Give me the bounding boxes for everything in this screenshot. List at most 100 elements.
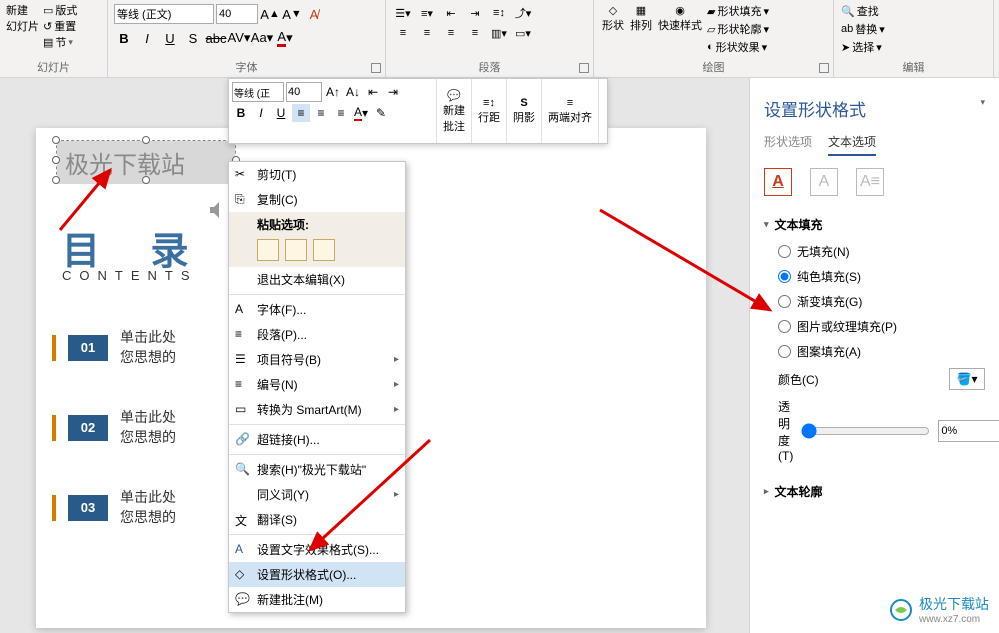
numbering-button[interactable]: ≡▾ — [416, 4, 438, 22]
tab-text-options[interactable]: 文本选项 — [828, 133, 876, 156]
arrange-button[interactable]: ▦排列 — [628, 2, 654, 56]
bold-button[interactable]: B — [114, 28, 134, 48]
mini-line-spacing-button[interactable]: ≡↕行距 — [472, 79, 507, 143]
find-button[interactable]: 🔍查找 — [840, 2, 987, 20]
menu-smartart[interactable]: ▭转换为 SmartArt(M)▸ — [229, 397, 405, 422]
mini-dedent-button[interactable]: ⇤ — [364, 83, 382, 101]
mini-painter-button[interactable]: ✎ — [372, 104, 390, 122]
select-button[interactable]: ➤选择▾ — [840, 38, 987, 56]
paste-option-3[interactable] — [313, 239, 335, 261]
align-center-button[interactable]: ≡ — [416, 24, 438, 42]
columns-button[interactable]: ▥▾ — [488, 24, 510, 42]
menu-font[interactable]: A字体(F)... — [229, 297, 405, 322]
mini-font-input[interactable] — [232, 82, 284, 102]
font-size-input[interactable] — [216, 4, 258, 24]
paste-option-2[interactable] — [285, 239, 307, 261]
grow-font-button[interactable]: A▲ — [260, 4, 280, 24]
shape-effects-button[interactable]: ◐形状效果▾ — [706, 38, 770, 56]
text-direction-button[interactable]: ⤴▾ — [512, 4, 534, 22]
menu-exit-text-edit[interactable]: 退出文本编辑(X) — [229, 267, 405, 292]
mini-italic-button[interactable]: I — [252, 104, 270, 122]
new-slide-button[interactable]: 新建 幻灯片 — [6, 2, 39, 50]
justify-button[interactable]: ≡ — [464, 24, 486, 42]
radio-gradient-fill[interactable]: 渐变填充(G) — [778, 289, 985, 314]
color-picker-button[interactable]: 🪣▾ — [949, 368, 985, 390]
layout-button[interactable]: ▭版式 — [43, 2, 77, 18]
section-button[interactable]: ▤节▾ — [43, 34, 77, 50]
font-dialog-launcher[interactable] — [371, 63, 381, 73]
italic-button[interactable]: I — [137, 28, 157, 48]
indent-button[interactable]: ⇥ — [464, 4, 486, 22]
menu-translate[interactable]: 文翻译(S) — [229, 507, 405, 532]
paste-option-1[interactable] — [257, 239, 279, 261]
reset-button[interactable]: ↺重置 — [43, 18, 77, 34]
dedent-button[interactable]: ⇤ — [440, 4, 462, 22]
mini-shadow-button[interactable]: S阴影 — [507, 79, 542, 143]
menu-numbering[interactable]: ≡编号(N)▸ — [229, 372, 405, 397]
resize-handle[interactable] — [52, 136, 60, 144]
replace-button[interactable]: ab替换▾ — [840, 20, 987, 38]
tab-shape-options[interactable]: 形状选项 — [764, 133, 812, 156]
mini-align2-button[interactable]: ≡ — [312, 104, 330, 122]
transparency-input[interactable] — [938, 420, 999, 442]
transparency-slider[interactable] — [801, 423, 930, 439]
panel-icon-textbox[interactable]: A≡ — [856, 168, 884, 196]
speaker-icon[interactable] — [206, 198, 230, 222]
panel-icon-text-fill[interactable]: A — [764, 168, 792, 196]
change-case-button[interactable]: Aa▾ — [252, 28, 272, 48]
bullets-button[interactable]: ☰▾ — [392, 4, 414, 22]
mini-color-button[interactable]: A▾ — [352, 104, 370, 122]
drawing-dialog-launcher[interactable] — [819, 63, 829, 73]
convert-smartart-button[interactable]: ▭▾ — [512, 24, 534, 42]
underline-button[interactable]: U — [160, 28, 180, 48]
radio-solid-fill[interactable]: 纯色填充(S) — [778, 264, 985, 289]
shrink-font-button[interactable]: A▼ — [282, 4, 302, 24]
quick-styles-button[interactable]: ◉快速样式 — [656, 2, 704, 56]
mini-new-comment-button[interactable]: 💬新建 批注 — [437, 79, 472, 143]
mini-size-input[interactable] — [286, 82, 322, 102]
paragraph-dialog-launcher[interactable] — [579, 63, 589, 73]
menu-text-effects-format[interactable]: A设置文字效果格式(S)... — [229, 537, 405, 562]
menu-copy[interactable]: ⎘复制(C) — [229, 187, 405, 212]
panel-dropdown-button[interactable]: ▾ — [980, 92, 985, 110]
mini-underline-button[interactable]: U — [272, 104, 290, 122]
menu-bullets[interactable]: ☰项目符号(B)▸ — [229, 347, 405, 372]
mini-shrink-button[interactable]: A↓ — [344, 83, 362, 101]
shape-outline-button[interactable]: ▱形状轮廓▾ — [706, 20, 770, 38]
shape-fill-button[interactable]: ▰形状填充▾ — [706, 2, 770, 20]
menu-shape-format[interactable]: ◇设置形状格式(O)... — [229, 562, 405, 587]
menu-paragraph[interactable]: ≡段落(P)... — [229, 322, 405, 347]
panel-icon-text-effects[interactable]: A — [810, 168, 838, 196]
selected-textbox[interactable]: 极光下载站 — [56, 140, 236, 180]
char-spacing-button[interactable]: AV▾ — [229, 28, 249, 48]
section-text-fill[interactable]: ▾文本填充 — [764, 210, 985, 239]
font-name-input[interactable] — [114, 4, 214, 24]
menu-hyperlink[interactable]: 🔗超链接(H)... — [229, 427, 405, 452]
resize-handle[interactable] — [142, 176, 150, 184]
resize-handle[interactable] — [142, 136, 150, 144]
mini-bold-button[interactable]: B — [232, 104, 250, 122]
mini-align3-button[interactable]: ≡ — [332, 104, 350, 122]
strikethrough-button[interactable]: abc — [206, 28, 226, 48]
line-spacing-button[interactable]: ≡↕ — [488, 4, 510, 22]
shapes-button[interactable]: ◇形状 — [600, 2, 626, 56]
radio-picture-fill[interactable]: 图片或纹理填充(P) — [778, 314, 985, 339]
shadow-button[interactable]: S — [183, 28, 203, 48]
resize-handle[interactable] — [52, 176, 60, 184]
mini-indent-button[interactable]: ⇥ — [384, 83, 402, 101]
resize-handle[interactable] — [52, 156, 60, 164]
mini-align-button[interactable]: ≡ — [292, 104, 310, 122]
section-text-outline[interactable]: ▸文本轮廓 — [764, 477, 985, 506]
font-color-button[interactable]: A▾ — [275, 28, 295, 48]
radio-pattern-fill[interactable]: 图案填充(A) — [778, 339, 985, 364]
menu-synonyms[interactable]: 同义词(Y)▸ — [229, 482, 405, 507]
align-right-button[interactable]: ≡ — [440, 24, 462, 42]
menu-search[interactable]: 🔍搜索(H)"极光下载站" — [229, 457, 405, 482]
mini-justify-button[interactable]: ≡两端对齐 — [542, 79, 599, 143]
menu-cut[interactable]: ✂剪切(T) — [229, 162, 405, 187]
menu-new-comment[interactable]: 💬新建批注(M) — [229, 587, 405, 612]
clear-format-button[interactable]: A̸ — [304, 4, 324, 24]
align-left-button[interactable]: ≡ — [392, 24, 414, 42]
radio-no-fill[interactable]: 无填充(N) — [778, 239, 985, 264]
mini-grow-button[interactable]: A↑ — [324, 83, 342, 101]
